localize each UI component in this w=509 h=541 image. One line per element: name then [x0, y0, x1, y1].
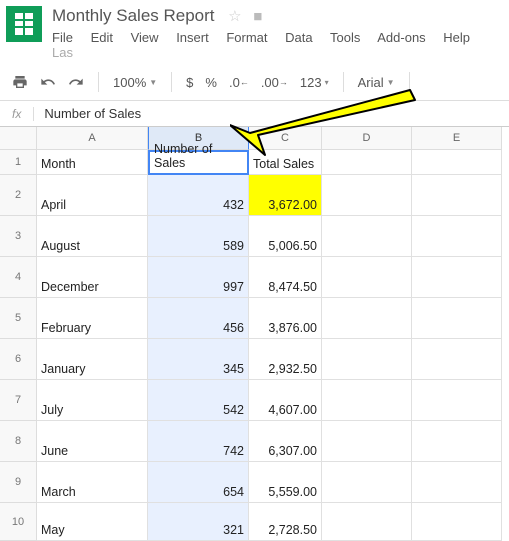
cell-b3[interactable]: 589 [148, 216, 249, 257]
row-header-5[interactable]: 5 [0, 298, 37, 339]
cell-b8[interactable]: 742 [148, 421, 249, 462]
cell-d5[interactable] [322, 298, 412, 339]
dec-less-button[interactable]: .0← [223, 75, 255, 90]
menu-insert[interactable]: Insert [176, 30, 209, 45]
col-header-d[interactable]: D [322, 127, 412, 150]
row-header-2[interactable]: 2 [0, 175, 37, 216]
cell-a2[interactable]: April [37, 175, 148, 216]
cell-a10[interactable]: May [37, 503, 148, 541]
cell-d6[interactable] [322, 339, 412, 380]
cell-e9[interactable] [412, 462, 502, 503]
cell-a4[interactable]: December [37, 257, 148, 298]
menu-format[interactable]: Format [226, 30, 267, 45]
cell-a5[interactable]: February [37, 298, 148, 339]
cell-d4[interactable] [322, 257, 412, 298]
col-header-a[interactable]: A [37, 127, 148, 150]
cell-c7[interactable]: 4,607.00 [249, 380, 322, 421]
row-header-4[interactable]: 4 [0, 257, 37, 298]
cell-d2[interactable] [322, 175, 412, 216]
cell-c6[interactable]: 2,932.50 [249, 339, 322, 380]
row-header-8[interactable]: 8 [0, 421, 37, 462]
select-all-corner[interactable] [0, 127, 37, 150]
row-header-10[interactable]: 10 [0, 503, 37, 541]
numfmt-select[interactable]: 123▾ [294, 75, 335, 90]
menu-tools[interactable]: Tools [330, 30, 360, 45]
cell-e8[interactable] [412, 421, 502, 462]
fx-label: fx [0, 107, 34, 121]
cell-d7[interactable] [322, 380, 412, 421]
cell-b4[interactable]: 997 [148, 257, 249, 298]
cell-c9[interactable]: 5,559.00 [249, 462, 322, 503]
cell-a1[interactable]: Month [37, 150, 148, 175]
folder-icon[interactable]: ■ [253, 8, 262, 25]
cell-e4[interactable] [412, 257, 502, 298]
cell-b7[interactable]: 542 [148, 380, 249, 421]
cell-a7[interactable]: July [37, 380, 148, 421]
cell-e10[interactable] [412, 503, 502, 541]
cell-b1[interactable]: Number of Sales [148, 150, 249, 175]
undo-button[interactable] [34, 74, 62, 90]
row-header-9[interactable]: 9 [0, 462, 37, 503]
row-header-7[interactable]: 7 [0, 380, 37, 421]
toolbar: 100%▼ $ % .0← .00→ 123▾ Arial▼ [0, 64, 509, 101]
col-header-e[interactable]: E [412, 127, 502, 150]
dec-more-button[interactable]: .00→ [255, 75, 294, 90]
cell-a6[interactable]: January [37, 339, 148, 380]
cell-c8[interactable]: 6,307.00 [249, 421, 322, 462]
menubar: File Edit View Insert Format Data Tools … [52, 30, 503, 60]
cell-b6[interactable]: 345 [148, 339, 249, 380]
last-edit: Las [52, 45, 73, 60]
cell-b9[interactable]: 654 [148, 462, 249, 503]
cell-a8[interactable]: June [37, 421, 148, 462]
row-header-6[interactable]: 6 [0, 339, 37, 380]
formula-bar: fx Number of Sales [0, 101, 509, 127]
cell-c1[interactable]: Total Sales [249, 150, 322, 175]
doc-title[interactable]: Monthly Sales Report [52, 6, 215, 26]
formula-input[interactable]: Number of Sales [34, 106, 141, 121]
sheets-logo[interactable] [6, 6, 42, 42]
cell-c5[interactable]: 3,876.00 [249, 298, 322, 339]
cell-e1[interactable] [412, 150, 502, 175]
cell-d1[interactable] [322, 150, 412, 175]
spreadsheet-grid[interactable]: A B C D E 1 Month Number of Sales Total … [0, 127, 509, 541]
cell-c10[interactable]: 2,728.50 [249, 503, 322, 541]
cell-b5[interactable]: 456 [148, 298, 249, 339]
cell-d10[interactable] [322, 503, 412, 541]
percent-button[interactable]: % [199, 75, 223, 90]
col-header-c[interactable]: C [249, 127, 322, 150]
menu-view[interactable]: View [131, 30, 159, 45]
cell-a9[interactable]: March [37, 462, 148, 503]
font-select[interactable]: Arial▼ [352, 75, 401, 90]
menu-data[interactable]: Data [285, 30, 312, 45]
menu-edit[interactable]: Edit [91, 30, 113, 45]
row-header-3[interactable]: 3 [0, 216, 37, 257]
cell-e2[interactable] [412, 175, 502, 216]
redo-button[interactable] [62, 74, 90, 90]
cell-d8[interactable] [322, 421, 412, 462]
menu-file[interactable]: File [52, 30, 73, 45]
cell-e7[interactable] [412, 380, 502, 421]
currency-button[interactable]: $ [180, 75, 199, 90]
cell-e3[interactable] [412, 216, 502, 257]
row-header-1[interactable]: 1 [0, 150, 37, 175]
print-button[interactable] [6, 74, 34, 90]
cell-b2[interactable]: 432 [148, 175, 249, 216]
cell-c2[interactable]: 3,672.00 [249, 175, 322, 216]
cell-c3[interactable]: 5,006.50 [249, 216, 322, 257]
cell-e6[interactable] [412, 339, 502, 380]
cell-c4[interactable]: 8,474.50 [249, 257, 322, 298]
cell-a3[interactable]: August [37, 216, 148, 257]
cell-e5[interactable] [412, 298, 502, 339]
star-icon[interactable]: ☆ [228, 8, 241, 25]
menu-addons[interactable]: Add-ons [377, 30, 425, 45]
zoom-select[interactable]: 100%▼ [107, 75, 163, 90]
cell-d3[interactable] [322, 216, 412, 257]
cell-b10[interactable]: 321 [148, 503, 249, 541]
menu-help[interactable]: Help [443, 30, 470, 45]
cell-d9[interactable] [322, 462, 412, 503]
